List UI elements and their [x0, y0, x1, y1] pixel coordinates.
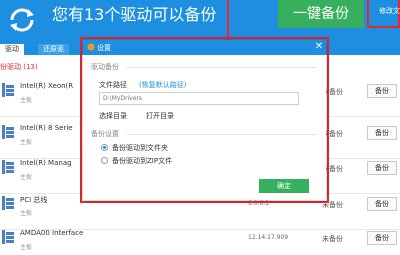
driver-version: 12.14.17.909: [248, 234, 289, 241]
tab-drivers[interactable]: 驱动: [0, 44, 24, 55]
driver-name: AMDA00 Interface: [20, 229, 84, 237]
driver-name: Intel(R) Manag: [20, 159, 72, 167]
group-label-backup: 驱动备份: [91, 63, 119, 71]
sync-logo-icon: [10, 8, 34, 32]
modify-link[interactable]: 修改文: [379, 6, 400, 16]
driver-status: 未备份: [322, 235, 343, 243]
chip-icon: [2, 160, 14, 174]
app-header: 您有13个驱动可以备份 一键备份 修改文: [0, 0, 400, 42]
backup-row-button[interactable]: 备份: [367, 161, 397, 175]
option-zip-label[interactable]: 备份驱动到ZIP文件: [112, 156, 172, 166]
app-logo-icon: [87, 43, 95, 51]
backup-row-button[interactable]: 备份: [367, 231, 397, 245]
path-label: 文件路径: [99, 81, 127, 89]
backup-row-button[interactable]: 备份: [367, 126, 397, 140]
one-click-backup-button[interactable]: 一键备份: [278, 0, 364, 28]
settings-dialog: 设置 ✕ 驱动备份 文件路径 (恢复默认路径) 选择目录 打开目录 备份设置 备…: [83, 40, 326, 200]
driver-row: AMDA00 Interface 主板 12.14.17.909 未备份 备份: [0, 222, 400, 255]
chip-icon: [2, 230, 14, 244]
backup-row-button[interactable]: 备份: [367, 197, 397, 211]
chip-icon: [2, 83, 14, 97]
path-input[interactable]: [99, 92, 299, 105]
confirm-button[interactable]: 确定: [259, 179, 309, 193]
divider: [127, 134, 317, 135]
driver-name: Intel(R) Xeon(R: [20, 82, 74, 90]
driver-category: 主板: [20, 174, 33, 181]
section-title: 份驱动 (13): [0, 63, 38, 71]
tab-restore[interactable]: 还原驱: [38, 44, 69, 55]
driver-name: PCI 总线: [20, 196, 48, 204]
driver-name: Intel(R) 8 Serie: [20, 124, 73, 132]
divider: [127, 67, 317, 68]
group-label-settings: 备份设置: [91, 130, 119, 138]
driver-category: 主板: [20, 139, 33, 146]
open-directory-button[interactable]: 打开目录: [146, 111, 174, 121]
option-folder-label[interactable]: 备份驱动到文件夹: [112, 143, 168, 153]
driver-category: 主板: [20, 97, 33, 104]
dialog-titlebar: 设置 ✕: [83, 40, 326, 55]
headline: 您有13个驱动可以备份: [52, 5, 217, 24]
chip-icon: [2, 196, 14, 210]
driver-category: 主板: [20, 210, 33, 217]
driver-category: 主板: [20, 244, 33, 251]
radio-folder[interactable]: [101, 144, 108, 151]
radio-zip[interactable]: [101, 157, 108, 164]
restore-default-link[interactable]: (恢复默认路径): [139, 80, 186, 90]
close-icon[interactable]: ✕: [313, 41, 325, 53]
chip-icon: [2, 125, 14, 139]
select-directory-button[interactable]: 选择目录: [99, 111, 127, 121]
dialog-title: 设置: [97, 44, 111, 52]
backup-row-button[interactable]: 备份: [367, 84, 397, 98]
